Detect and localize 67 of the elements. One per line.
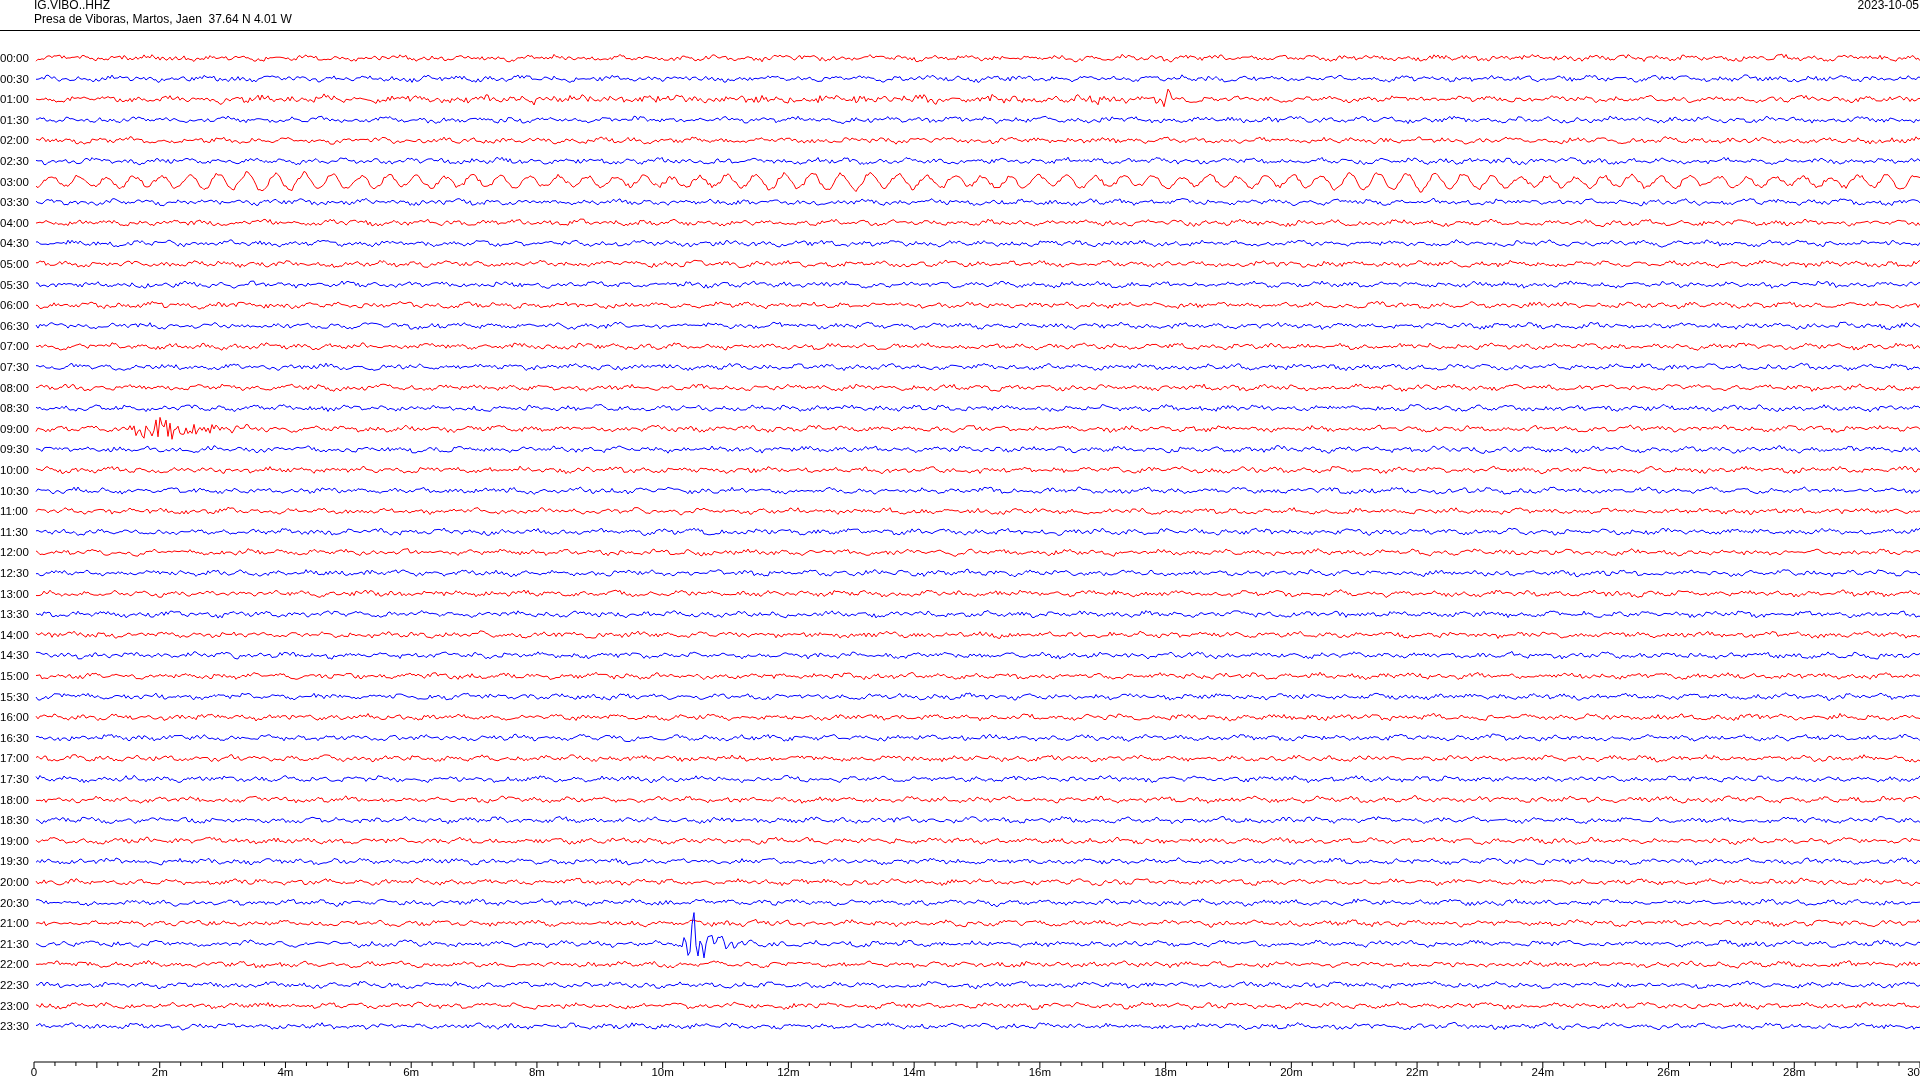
time-label: 18:00: [0, 793, 29, 806]
time-label: 13:00: [0, 587, 29, 600]
time-label: 11:30: [0, 525, 28, 538]
station-location: Presa de Viboras, Martos, Jaen 37.64 N 4.01 W: [34, 12, 292, 26]
axis-label: 12m: [777, 1066, 800, 1078]
time-label: 12:00: [0, 546, 29, 559]
time-label: 19:00: [0, 834, 29, 847]
time-label: 05:30: [0, 278, 29, 291]
axis-label: 30: [1907, 1066, 1920, 1078]
axis-label: 4m: [277, 1066, 294, 1078]
time-label: 00:00: [0, 52, 29, 64]
time-label: 06:00: [0, 299, 29, 312]
axis-label: 16m: [1028, 1066, 1052, 1078]
time-label: 15:00: [0, 670, 29, 682]
time-label: 08:00: [0, 381, 29, 394]
time-label: 17:30: [0, 773, 29, 785]
time-label: 13:30: [0, 608, 29, 621]
axis-label: 22m: [1405, 1066, 1429, 1078]
axis-label: 2m: [151, 1066, 168, 1078]
time-label: 02:00: [0, 134, 29, 147]
time-label: 04:00: [0, 216, 29, 229]
axis-label: 8m: [528, 1066, 545, 1078]
time-label: 01:00: [0, 93, 29, 106]
time-label: 01:30: [0, 113, 29, 126]
time-label: 06:30: [0, 319, 29, 332]
time-label: 16:30: [0, 731, 29, 744]
time-label: 16:00: [0, 711, 29, 724]
time-label: 17:00: [0, 752, 29, 765]
time-label: 22:30: [0, 979, 29, 991]
time-label: 23:30: [0, 1020, 29, 1033]
time-label: 05:00: [0, 258, 29, 270]
axis-label: 28m: [1783, 1066, 1806, 1078]
time-label: 09:30: [0, 443, 29, 456]
axis-label: 24m: [1531, 1066, 1554, 1078]
time-label: 23:00: [0, 999, 29, 1012]
axis-label: 20m: [1280, 1066, 1303, 1078]
time-label: 22:00: [0, 958, 29, 971]
time-label: 07:00: [0, 340, 29, 353]
time-label: 14:30: [0, 649, 29, 662]
time-label: 12:30: [0, 567, 29, 579]
time-label: 07:30: [0, 361, 29, 373]
time-label: 08:30: [0, 402, 29, 415]
time-label: 21:30: [0, 937, 29, 950]
axis-label: 18m: [1154, 1066, 1177, 1078]
time-label: 20:30: [0, 896, 29, 909]
time-label: 10:30: [0, 484, 29, 497]
time-label: 02:30: [0, 155, 29, 167]
time-label: 03:30: [0, 196, 29, 209]
time-label: 00:30: [0, 72, 29, 85]
plot-date: 2023-10-05: [1857, 0, 1919, 12]
time-label: 10:00: [0, 464, 29, 476]
axis-label: 26m: [1657, 1066, 1680, 1078]
axis-label: 6m: [403, 1066, 420, 1078]
axis-label: 10m: [651, 1066, 674, 1078]
time-label: 21:00: [0, 917, 29, 930]
time-label: 18:30: [0, 814, 29, 827]
time-label: 14:00: [0, 628, 29, 641]
time-label: 09:00: [0, 422, 29, 435]
time-label: 20:00: [0, 876, 29, 888]
time-label: 15:30: [0, 690, 29, 703]
axis-label: 0: [30, 1066, 38, 1078]
time-label: 03:00: [0, 175, 29, 188]
time-label: 19:30: [0, 855, 29, 868]
axis-label: 14m: [902, 1066, 926, 1078]
time-label: 11:00: [0, 505, 28, 518]
time-label: 04:30: [0, 237, 29, 250]
channel-code: IG.VIBO..HHZ: [34, 0, 110, 12]
